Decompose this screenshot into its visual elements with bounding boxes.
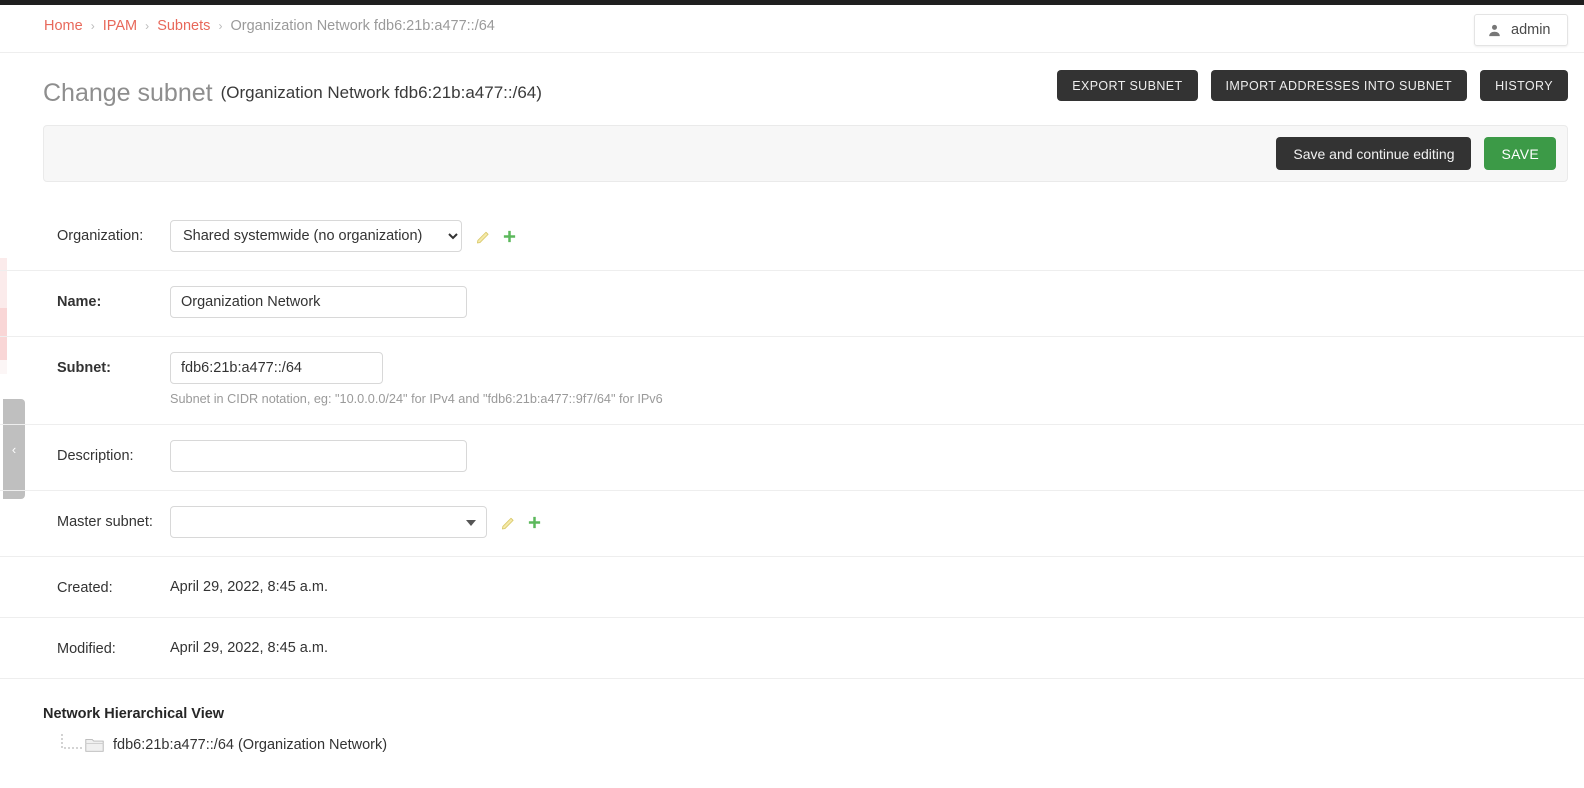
person-icon	[1489, 24, 1500, 36]
page-title: Change subnet (Organization Network fdb6:…	[43, 79, 542, 108]
save-and-continue-button[interactable]: Save and continue editing	[1276, 137, 1472, 170]
breadcrumb-item-home[interactable]: Home	[44, 18, 83, 34]
breadcrumb-item-subnets[interactable]: Subnets	[157, 18, 210, 34]
form-row-created: Created: April 29, 2022, 8:45 a.m.	[0, 557, 1584, 618]
breadcrumb-item-ipam[interactable]: IPAM	[103, 18, 137, 34]
page-title-object: (Organization Network fdb6:21b:a477::/64…	[220, 82, 542, 102]
breadcrumb-item-current: Organization Network fdb6:21b:a477::/64	[230, 18, 495, 34]
organization-label: Organization:	[57, 228, 144, 244]
modified-value: April 29, 2022, 8:45 a.m.	[170, 640, 328, 656]
subnet-help-text: Subnet in CIDR notation, eg: "10.0.0.0/2…	[170, 392, 663, 406]
form-row-description: Description:	[0, 425, 1584, 491]
network-hierarchical-view: Network Hierarchical View fdb6:21b:a477:…	[43, 706, 387, 756]
page-header: Change subnet (Organization Network fdb6:…	[0, 62, 1584, 110]
form-row-name: Name:	[0, 271, 1584, 337]
breadcrumb-separator: ›	[145, 19, 150, 33]
chevron-down-icon	[466, 520, 476, 526]
modified-label: Modified:	[57, 641, 116, 657]
form-row-modified: Modified: April 29, 2022, 8:45 a.m.	[0, 618, 1584, 679]
plus-icon	[503, 230, 515, 242]
save-button[interactable]: SAVE	[1484, 137, 1556, 170]
form-row-master-subnet: Master subnet:	[0, 491, 1584, 557]
breadcrumb-bar: Home › IPAM › Subnets › Organization Net…	[0, 5, 1584, 53]
breadcrumb: Home › IPAM › Subnets › Organization Net…	[44, 18, 495, 34]
plus-icon	[528, 516, 540, 528]
subnet-label: Subnet:	[57, 360, 111, 376]
history-button[interactable]: HISTORY	[1480, 70, 1568, 101]
form-row-organization: Organization: Shared systemwide (no orga…	[0, 205, 1584, 271]
description-input[interactable]	[170, 440, 467, 472]
tree-connector-icon	[61, 734, 83, 749]
name-label: Name:	[57, 294, 102, 310]
subnet-input[interactable]	[170, 352, 383, 384]
description-label: Description:	[57, 448, 134, 464]
folder-icon	[85, 738, 104, 752]
breadcrumb-separator: ›	[218, 19, 223, 33]
master-subnet-select[interactable]	[170, 506, 487, 538]
pencil-icon	[476, 231, 489, 243]
pencil-icon	[501, 517, 514, 529]
organization-edit-button[interactable]	[470, 223, 496, 249]
hierarchy-title: Network Hierarchical View	[43, 706, 225, 722]
master-subnet-add-button[interactable]	[521, 509, 547, 535]
page-title-text: Change subnet	[43, 78, 213, 107]
organization-add-button[interactable]	[496, 223, 522, 249]
object-tools: EXPORT SUBNET IMPORT ADDRESSES INTO SUBN…	[1057, 70, 1568, 101]
user-menu-button[interactable]: admin	[1474, 14, 1568, 46]
master-subnet-label: Master subnet:	[57, 514, 153, 530]
hierarchy-node[interactable]: fdb6:21b:a477::/64 (Organization Network…	[57, 734, 387, 756]
import-addresses-button[interactable]: IMPORT ADDRESSES INTO SUBNET	[1210, 70, 1468, 101]
created-label: Created:	[57, 580, 113, 596]
change-subnet-form: Organization: Shared systemwide (no orga…	[0, 205, 1584, 679]
submit-row-top: Save and continue editing SAVE	[43, 125, 1568, 182]
organization-select[interactable]: Shared systemwide (no organization)	[170, 220, 462, 252]
name-input[interactable]	[170, 286, 467, 318]
created-value: April 29, 2022, 8:45 a.m.	[170, 579, 328, 595]
hierarchy-node-label: fdb6:21b:a477::/64 (Organization Network…	[113, 737, 388, 753]
export-subnet-button[interactable]: EXPORT SUBNET	[1057, 70, 1198, 101]
master-subnet-edit-button[interactable]	[495, 509, 521, 535]
user-menu-label: admin	[1511, 22, 1551, 38]
form-row-subnet: Subnet: Subnet in CIDR notation, eg: "10…	[0, 337, 1584, 425]
breadcrumb-separator: ›	[90, 19, 95, 33]
